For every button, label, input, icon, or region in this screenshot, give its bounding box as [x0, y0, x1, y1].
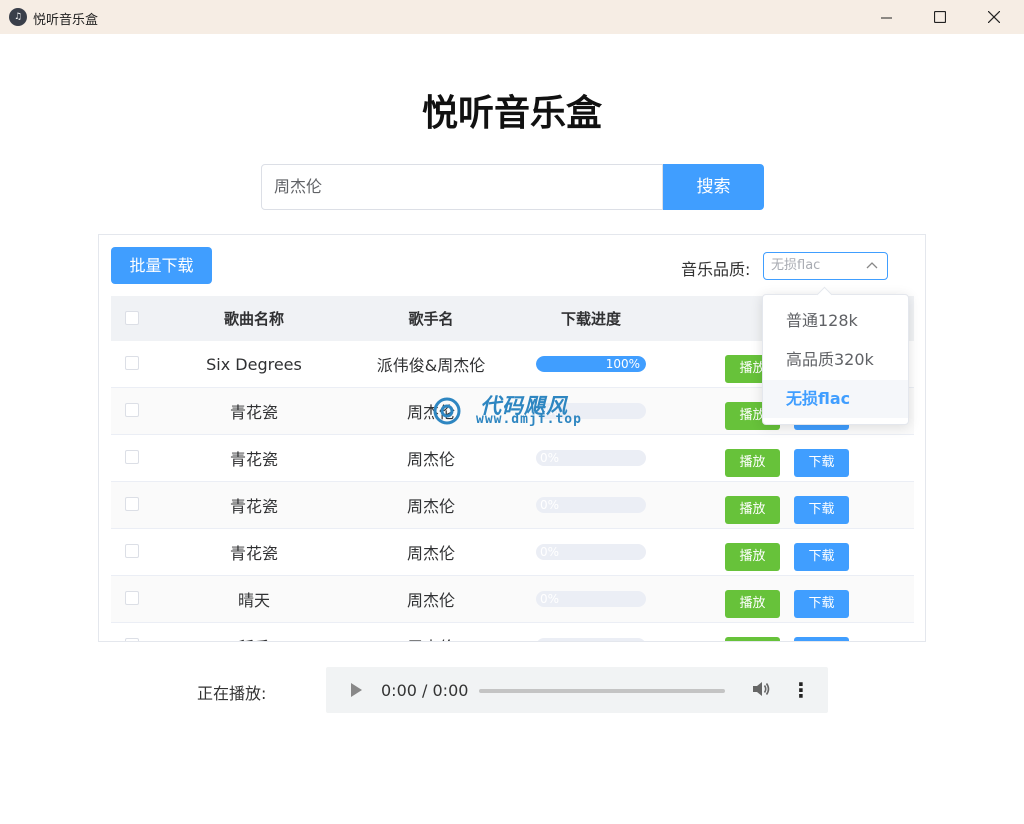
header-progress: 下载进度: [560, 310, 621, 328]
quality-label: 音乐品质:: [681, 260, 751, 279]
row-checkbox[interactable]: [125, 356, 139, 370]
play-icon[interactable]: [351, 683, 362, 697]
progress-bar: 100%: [536, 356, 646, 372]
singer-name: 周杰伦: [406, 591, 455, 610]
table-row: 晴天 周杰伦 0% 播放 下载: [111, 576, 914, 623]
close-icon[interactable]: [971, 0, 1017, 34]
play-button[interactable]: 播放: [725, 496, 780, 524]
progress-text: 0%: [540, 498, 560, 512]
quality-select[interactable]: 无损flac: [763, 252, 888, 280]
quality-select-value: 无损flac: [771, 258, 821, 273]
maximize-icon[interactable]: [917, 0, 963, 34]
download-progress: 0%: [536, 529, 646, 575]
table-row: 稻香 周杰伦 0% 播放 下载: [111, 623, 914, 641]
download-button[interactable]: 下载: [794, 637, 849, 641]
row-checkbox[interactable]: [125, 591, 139, 605]
singer-name: 派伟俊&周杰伦: [376, 356, 486, 375]
song-name: 稻香: [184, 623, 324, 641]
singer-name: 周杰伦: [406, 450, 455, 469]
minimize-icon[interactable]: [863, 0, 909, 34]
play-button[interactable]: 播放: [725, 590, 780, 618]
progress-bar: 0%: [536, 638, 646, 641]
row-checkbox[interactable]: [125, 403, 139, 417]
search-input[interactable]: 周杰伦: [261, 164, 663, 210]
progress-text: 0%: [540, 592, 560, 606]
singer-name: 周杰伦: [361, 623, 501, 641]
now-playing-label: 正在播放:: [197, 684, 267, 703]
watermark-logo-icon: [433, 397, 461, 425]
audio-seek-bar[interactable]: [479, 689, 725, 693]
play-button[interactable]: 播放: [725, 449, 780, 477]
window-title: 悦听音乐盒: [33, 13, 99, 28]
quality-option-flac[interactable]: 无损flac: [763, 380, 908, 418]
song-name: 青花瓷: [229, 544, 278, 563]
download-progress: 0%: [536, 623, 646, 641]
quality-dropdown: 普通128k 高品质320k 无损flac: [762, 286, 909, 425]
progress-bar: 0%: [536, 450, 646, 466]
song-name: 晴天: [237, 591, 270, 610]
singer-name: 周杰伦: [406, 497, 455, 516]
row-checkbox[interactable]: [125, 497, 139, 511]
row-checkbox[interactable]: [125, 638, 139, 641]
header-singer: 歌手名: [408, 310, 454, 328]
more-options-icon[interactable]: ⋮: [791, 678, 811, 702]
select-all-checkbox[interactable]: [125, 311, 139, 325]
quality-option-128k[interactable]: 普通128k: [763, 302, 908, 340]
progress-bar: 0%: [536, 591, 646, 607]
download-button[interactable]: 下载: [794, 449, 849, 477]
music-app-icon: ♫: [9, 8, 27, 26]
download-button[interactable]: 下载: [794, 543, 849, 571]
table-row: 青花瓷 周杰伦 0% 播放下载: [111, 435, 914, 482]
progress-text: 0%: [540, 451, 560, 465]
download-progress: 0%: [536, 435, 646, 481]
download-progress: 0%: [536, 576, 646, 622]
table-row: 青花瓷 周杰伦 0% 播放下载: [111, 529, 914, 576]
progress-bar: 0%: [536, 497, 646, 513]
play-button[interactable]: 播放: [725, 637, 780, 641]
download-button[interactable]: 下载: [794, 496, 849, 524]
header-song-name: 歌曲名称: [223, 310, 284, 328]
audio-player: 0:00 / 0:00 ⋮: [326, 667, 828, 713]
progress-text: 0%: [540, 638, 559, 641]
song-name: 青花瓷: [229, 450, 278, 469]
watermark: 代码飓风 www.dmjf.top: [430, 390, 600, 430]
progress-text: 0%: [540, 545, 560, 559]
batch-download-button[interactable]: 批量下载: [111, 247, 212, 284]
chevron-up-icon: [866, 253, 878, 288]
song-name: 青花瓷: [229, 497, 278, 516]
window-titlebar: ♫ 悦听音乐盒: [0, 0, 1024, 34]
song-name: Six Degrees: [206, 354, 302, 374]
page-title: 悦听音乐盒: [421, 93, 602, 134]
progress-text: 100%: [605, 357, 640, 371]
row-checkbox[interactable]: [125, 450, 139, 464]
audio-time: 0:00 / 0:00: [381, 681, 469, 700]
search-button[interactable]: 搜索: [663, 164, 764, 210]
play-button[interactable]: 播放: [725, 543, 780, 571]
watermark-url: www.dmjf.top: [476, 412, 582, 427]
row-checkbox[interactable]: [125, 544, 139, 558]
volume-icon[interactable]: [751, 679, 771, 704]
download-progress: 0%: [536, 482, 646, 528]
song-name: 青花瓷: [229, 403, 278, 422]
singer-name: 周杰伦: [406, 544, 455, 563]
quality-option-320k[interactable]: 高品质320k: [763, 341, 908, 379]
table-row: 青花瓷 周杰伦 0% 播放下载: [111, 482, 914, 529]
download-button[interactable]: 下载: [794, 590, 849, 618]
progress-bar: 0%: [536, 544, 646, 560]
download-progress: 100%: [536, 341, 646, 387]
